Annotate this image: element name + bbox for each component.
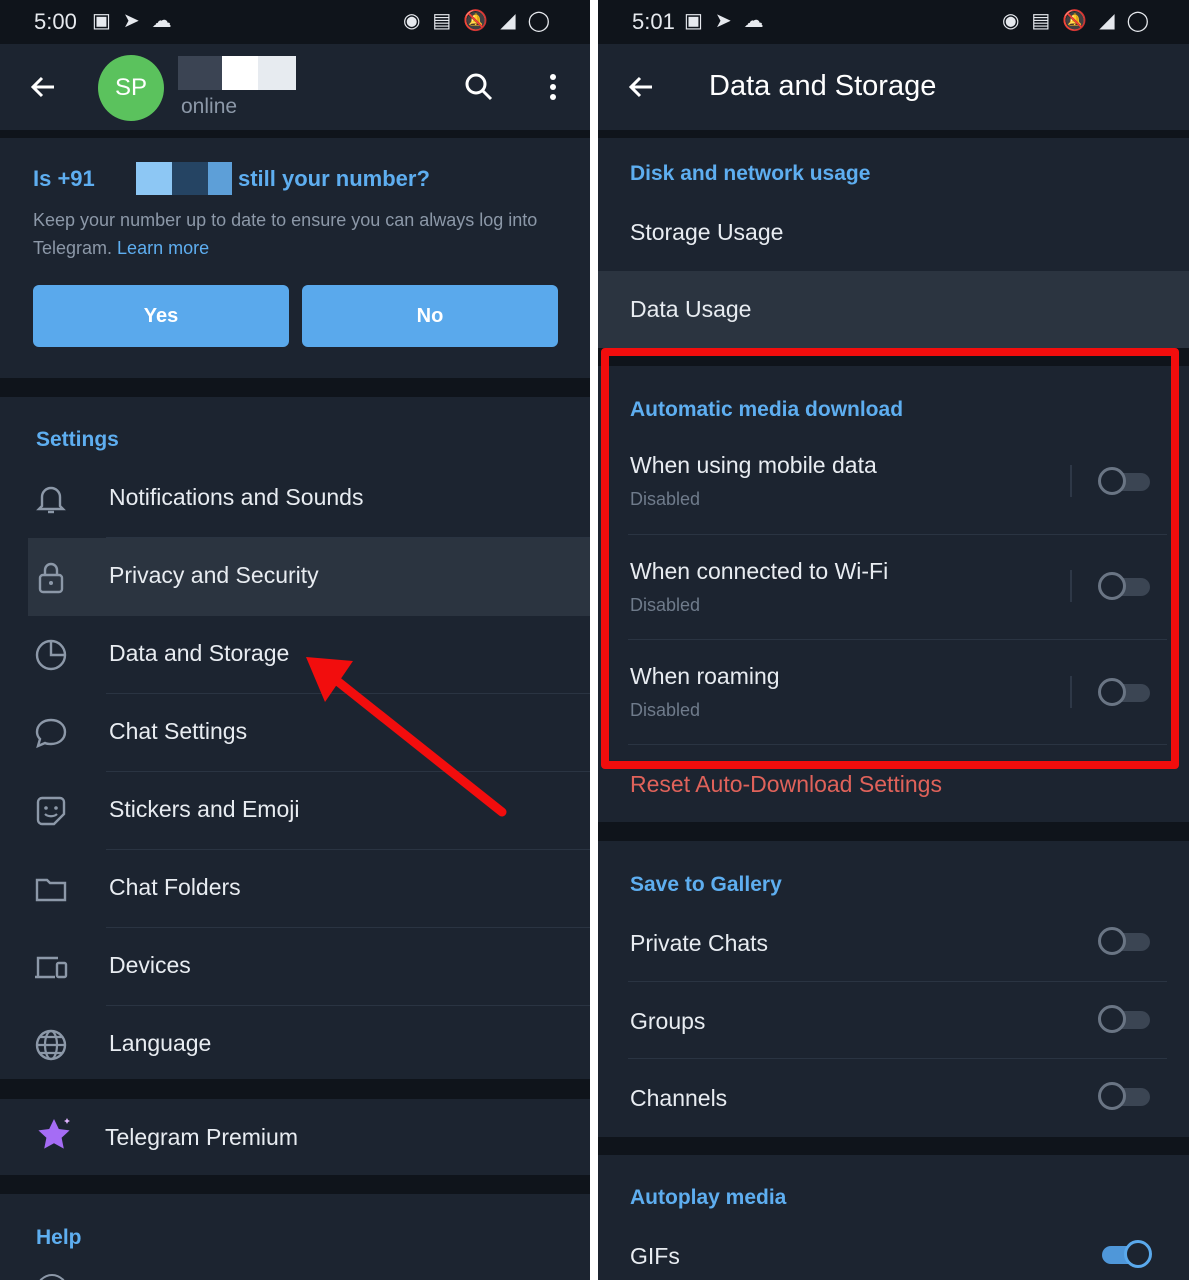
groups-label[interactable]: Groups [630, 1008, 705, 1035]
groups-toggle[interactable] [1098, 1005, 1150, 1033]
back-arrow-icon[interactable] [626, 72, 656, 107]
private-chats-toggle[interactable] [1098, 927, 1150, 955]
data-storage-screen: 5:01 ▣ ➤ ☁ ◉ ▤ 🔕 ◢ ◯ Data and Storage Di… [598, 0, 1189, 1280]
settings-screen: 5:00 ▣ ➤ ☁ ◉ ▤ 🔕 ◢ ◯ SP online Is +91 st… [0, 0, 590, 1280]
volte-icon: ▤ [1031, 10, 1051, 32]
gifs-label[interactable]: GIFs [630, 1243, 680, 1270]
annotation-highlight-box [601, 348, 1179, 769]
gifs-toggle[interactable] [1098, 1240, 1152, 1268]
status-time: 5:01 [632, 9, 675, 34]
status-bar: 5:01 ▣ ➤ ☁ ◉ ▤ 🔕 ◢ ◯ [598, 0, 1189, 44]
storage-usage-item[interactable]: Storage Usage [630, 219, 783, 246]
cursor-icon: ➤ [714, 10, 732, 32]
divider [628, 981, 1167, 982]
divider [628, 1058, 1167, 1059]
save-gallery-section-title: Save to Gallery [630, 873, 782, 896]
channels-label[interactable]: Channels [630, 1085, 727, 1112]
channels-toggle[interactable] [1098, 1082, 1150, 1110]
page-title: Data and Storage [709, 70, 937, 102]
autoplay-section-title: Autoplay media [630, 1186, 787, 1209]
reset-auto-download-button[interactable]: Reset Auto-Download Settings [630, 771, 942, 798]
mute-bell-icon: 🔕 [1062, 10, 1088, 32]
disk-section-title: Disk and network usage [630, 162, 871, 185]
hotspot-icon: ◉ [1001, 10, 1020, 32]
annotation-arrow [306, 657, 507, 817]
signal-icon: ◢ [1099, 10, 1115, 32]
private-chats-label[interactable]: Private Chats [630, 930, 768, 957]
data-usage-item[interactable]: Data Usage [630, 296, 751, 323]
image-icon: ▣ [684, 10, 703, 32]
battery-icon: ◯ [1126, 10, 1149, 32]
cloud-icon: ☁ [743, 10, 764, 32]
